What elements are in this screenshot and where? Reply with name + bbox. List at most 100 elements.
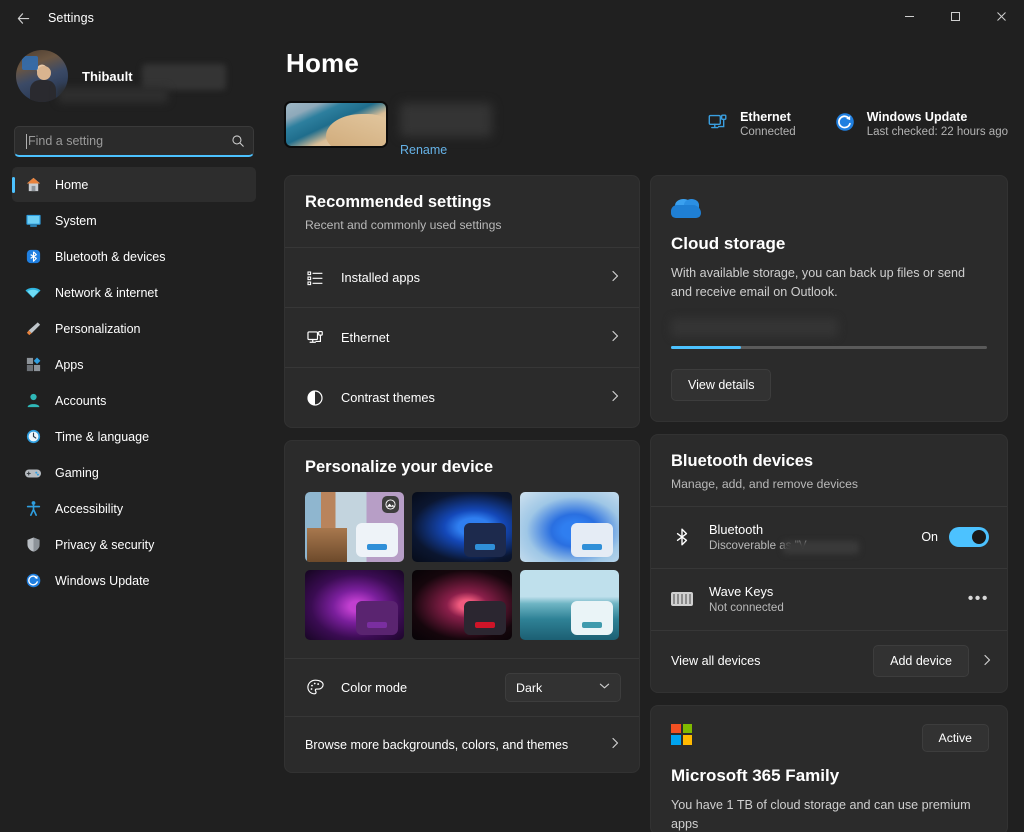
sidebar-item-accessibility[interactable]: Accessibility — [12, 491, 256, 526]
search-input[interactable] — [28, 134, 231, 148]
status-item-ethernet[interactable]: Ethernet Connected — [707, 110, 796, 138]
bluetooth-icon — [24, 248, 42, 266]
chevron-right-icon — [609, 737, 621, 752]
sidebar-item-label: Personalization — [55, 321, 141, 336]
view-details-button[interactable]: View details — [671, 368, 772, 401]
card-header: Personalize your device — [285, 441, 639, 492]
device-actions: ••• — [968, 590, 989, 608]
cloud-storage-body: Cloud storage With available storage, yo… — [651, 176, 1007, 421]
paintbrush-icon — [24, 320, 42, 338]
sidebar-item-label: System — [55, 213, 97, 228]
clock-icon — [24, 428, 42, 446]
cloud-storage-progress-fill — [671, 345, 741, 349]
search-box[interactable] — [14, 126, 254, 157]
device-text: Wave Keys Not connected — [709, 584, 784, 614]
taskbar-preview — [571, 601, 613, 635]
search-icon[interactable] — [231, 134, 245, 148]
sidebar-item-privacy-security[interactable]: Privacy & security — [12, 527, 256, 562]
sidebar-item-label: Network & internet — [55, 285, 158, 300]
recommended-row-installed-apps[interactable]: Installed apps — [285, 247, 639, 307]
minimize-button[interactable] — [886, 0, 932, 36]
close-button[interactable] — [978, 0, 1024, 36]
window-title: Settings — [48, 11, 94, 25]
maximize-icon — [950, 9, 961, 27]
bluetooth-device-row[interactable]: Wave Keys Not connected ••• — [651, 567, 1007, 630]
update-icon — [24, 572, 42, 590]
status-subtitle: Connected — [740, 126, 796, 138]
profile-email-redaction — [58, 86, 168, 103]
back-button[interactable] — [6, 3, 40, 33]
taskbar-preview — [356, 601, 399, 635]
main-content: Home Rename Ethernet Connected Windows U… — [268, 36, 1024, 832]
sidebar-item-label: Apps — [55, 357, 84, 372]
person-icon — [24, 392, 42, 410]
wallpaper-grid — [285, 492, 639, 658]
keyboard-icon — [671, 592, 693, 607]
accessibility-icon — [24, 500, 42, 518]
m365-description: You have 1 TB of cloud storage and can u… — [671, 797, 971, 831]
m365-title: Microsoft 365 Family — [671, 765, 840, 785]
shield-icon — [24, 536, 42, 554]
device-thumbnail[interactable] — [284, 101, 388, 148]
taskbar-preview — [463, 523, 506, 557]
wallpaper-option[interactable] — [305, 492, 405, 562]
sidebar-item-system[interactable]: System — [12, 203, 256, 238]
bluetooth-footer: View all devices Add device — [651, 629, 1007, 692]
recommended-row-label: Installed apps — [341, 270, 420, 285]
bluetooth-toggle[interactable] — [949, 527, 989, 548]
sidebar-item-accounts[interactable]: Accounts — [12, 383, 256, 418]
profile-section[interactable]: Thibault — [12, 36, 256, 112]
bluetooth-subtitle-redaction — [783, 541, 859, 555]
status-title: Ethernet — [740, 110, 791, 124]
sidebar-item-gaming[interactable]: Gaming — [12, 455, 256, 490]
taskbar-preview — [571, 523, 613, 557]
microsoft-365-card: Active Microsoft 365 Family You have 1 T… — [650, 704, 1008, 832]
view-all-devices-link[interactable]: View all devices — [671, 654, 760, 668]
browse-themes-label: Browse more backgrounds, colors, and the… — [305, 737, 569, 752]
status-badge: Active — [921, 723, 989, 752]
cloud-storage-card: Cloud storage With available storage, yo… — [650, 175, 1008, 422]
sidebar-item-label: Time & language — [55, 429, 150, 444]
add-device-button[interactable]: Add device — [873, 645, 969, 678]
personalize-device-card: Personalize your device Color mode Dark … — [284, 440, 640, 773]
wallpaper-option[interactable] — [412, 492, 512, 562]
sidebar-item-apps[interactable]: Apps — [12, 347, 256, 382]
sidebar-item-time-language[interactable]: Time & language — [12, 419, 256, 454]
rename-link[interactable]: Rename — [400, 143, 447, 157]
maximize-button[interactable] — [932, 0, 978, 36]
device-name-redaction — [400, 103, 492, 137]
bluetooth-icon — [671, 527, 693, 547]
device-more-options-icon[interactable]: ••• — [968, 590, 989, 608]
m365-header: Active — [651, 706, 1007, 752]
profile-name-wrap: Thibault — [58, 63, 226, 103]
sidebar-nav: Home System Bluetooth & devices Network … — [12, 167, 256, 598]
text-caret — [26, 133, 27, 149]
sidebar-item-bluetooth-devices[interactable]: Bluetooth & devices — [12, 239, 256, 274]
sidebar-item-windows-update[interactable]: Windows Update — [12, 563, 256, 598]
color-mode-value: Dark — [516, 680, 543, 695]
device-header-row: Rename Ethernet Connected Windows Update… — [284, 101, 1008, 163]
device-meta: Rename — [400, 101, 500, 159]
status-item-windows-update[interactable]: Windows Update Last checked: 22 hours ag… — [834, 110, 1008, 138]
card-header: Recommended settings Recent and commonly… — [285, 176, 639, 247]
color-mode-select[interactable]: Dark — [505, 673, 621, 702]
wallpaper-option[interactable] — [412, 570, 512, 640]
wifi-icon — [24, 284, 42, 302]
browse-themes-row[interactable]: Browse more backgrounds, colors, and the… — [285, 716, 639, 772]
bluetooth-footer-actions: Add device — [873, 645, 993, 678]
microsoft-logo — [671, 723, 692, 745]
wallpaper-option[interactable] — [519, 570, 619, 640]
gamepad-icon — [24, 464, 42, 482]
wallpaper-option[interactable] — [305, 570, 405, 640]
ethernet-icon — [707, 111, 729, 138]
chevron-right-icon[interactable] — [981, 654, 993, 669]
sidebar-item-network-internet[interactable]: Network & internet — [12, 275, 256, 310]
wallpaper-option[interactable] — [519, 492, 619, 562]
recommended-row-contrast-themes[interactable]: Contrast themes — [285, 367, 639, 427]
sidebar-item-personalization[interactable]: Personalization — [12, 311, 256, 346]
cards-container: Recommended settings Recent and commonly… — [284, 175, 1008, 832]
sidebar-item-label: Windows Update — [55, 573, 150, 588]
card-header: Bluetooth devices Manage, add, and remov… — [651, 435, 1007, 506]
sidebar-item-home[interactable]: Home — [12, 167, 256, 202]
recommended-row-ethernet[interactable]: Ethernet — [285, 307, 639, 367]
